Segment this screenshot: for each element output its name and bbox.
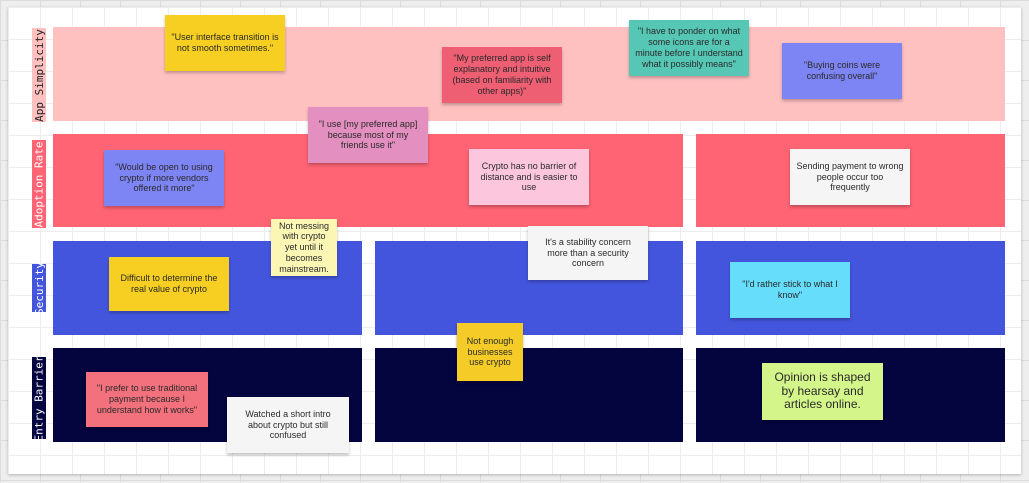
lane-label-adoption-rate: Adoption Rate [32,140,46,228]
sticky-note[interactable]: "My preferred app is self explanatory an… [442,47,562,103]
sticky-note[interactable]: Crypto has no barrier of distance and is… [469,149,589,205]
entry-barrier-block-middle [375,348,683,442]
lane-label-entry-barrier: Entry Barrier [32,354,46,442]
sticky-note[interactable]: "User interface transition is not smooth… [165,15,285,71]
sticky-note-text: "Buying coins were confusing overall" [803,60,881,81]
sticky-note-text: Opinion is shaped by hearsay and article… [774,369,871,412]
sticky-note-text: Difficult to determine the real value of… [120,273,218,294]
sticky-note[interactable]: "I use [my preferred app] because most o… [308,107,428,163]
sticky-note-text: "Would be open to using crypto if more v… [115,161,213,194]
lane-label-text: Adoption Rate [32,140,46,228]
sticky-note[interactable]: Opinion is shaped by hearsay and article… [762,363,883,420]
sticky-note[interactable]: Difficult to determine the real value of… [109,257,229,311]
sticky-note[interactable]: "I'd rather stick to what I know" [730,262,850,318]
sticky-note-text: "I have to ponder on what some icons are… [635,26,743,69]
lane-label-text: App Simplicity [32,28,46,122]
sticky-note-text: Sending payment to wrong people occur to… [796,160,904,193]
sticky-note[interactable]: Not enough businesses use crypto [457,323,523,381]
sticky-note-text: "I use [my preferred app] because most o… [318,118,418,151]
lane-label-text: Entry Barrier [32,354,46,442]
sticky-note-text: It's a stability concern more than a sec… [545,236,631,269]
sticky-note[interactable]: Not messing with crypto yet until it bec… [271,219,337,276]
sticky-note-text: Crypto has no barrier of distance and is… [480,160,578,193]
sticky-note-text: "I prefer to use traditional payment bec… [96,383,198,415]
sticky-note[interactable]: "I prefer to use traditional payment bec… [86,372,208,427]
lane-label-security: Security [32,261,46,315]
sticky-note-text: Not messing with crypto yet until it bec… [278,220,330,274]
lane-label-app-simplicity: App Simplicity [32,28,46,122]
lane-label-text: Security [32,261,46,315]
sticky-note[interactable]: Sending payment to wrong people occur to… [790,149,910,205]
sticky-note[interactable]: Watched a short intro about crypto but s… [227,397,349,453]
sticky-note[interactable]: It's a stability concern more than a sec… [528,226,648,280]
whiteboard: App Simplicity Adoption Rate Security En… [8,7,1021,474]
sticky-note-text: Watched a short intro about crypto but s… [245,408,331,441]
sticky-note[interactable]: "Buying coins were confusing overall" [782,43,902,99]
sticky-note[interactable]: "Would be open to using crypto if more v… [104,150,224,206]
sticky-note-text: "User interface transition is not smooth… [171,32,279,53]
sticky-note-text: "I'd rather stick to what I know" [742,279,838,300]
sticky-note-text: Not enough businesses use crypto [466,335,514,368]
sticky-note[interactable]: "I have to ponder on what some icons are… [629,20,749,76]
sticky-note-text: "My preferred app is self explanatory an… [452,53,552,96]
